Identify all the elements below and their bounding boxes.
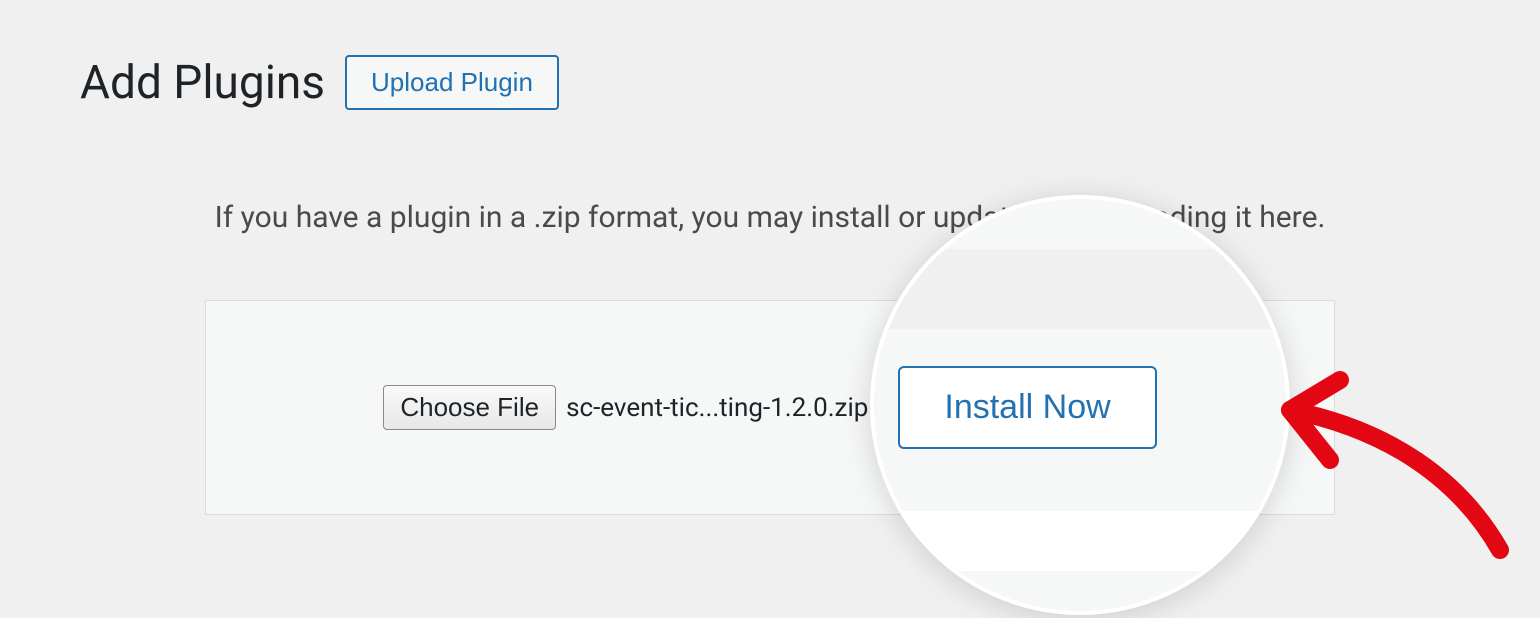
selected-file-name: sc-event-tic...ting-1.2.0.zip: [566, 393, 868, 423]
upload-panel: Choose File sc-event-tic...ting-1.2.0.zi…: [205, 300, 1335, 515]
add-plugins-page: Add Plugins Upload Plugin If you have a …: [0, 0, 1540, 570]
page-header: Add Plugins Upload Plugin: [80, 55, 1460, 110]
upload-plugin-button[interactable]: Upload Plugin: [345, 55, 559, 110]
file-picker: Choose File sc-event-tic...ting-1.2.0.zi…: [383, 385, 868, 430]
install-now-button[interactable]: Install Now: [898, 366, 1156, 449]
page-title: Add Plugins: [80, 56, 325, 110]
choose-file-button[interactable]: Choose File: [383, 385, 556, 430]
upload-instructions: If you have a plugin in a .zip format, y…: [80, 200, 1460, 235]
